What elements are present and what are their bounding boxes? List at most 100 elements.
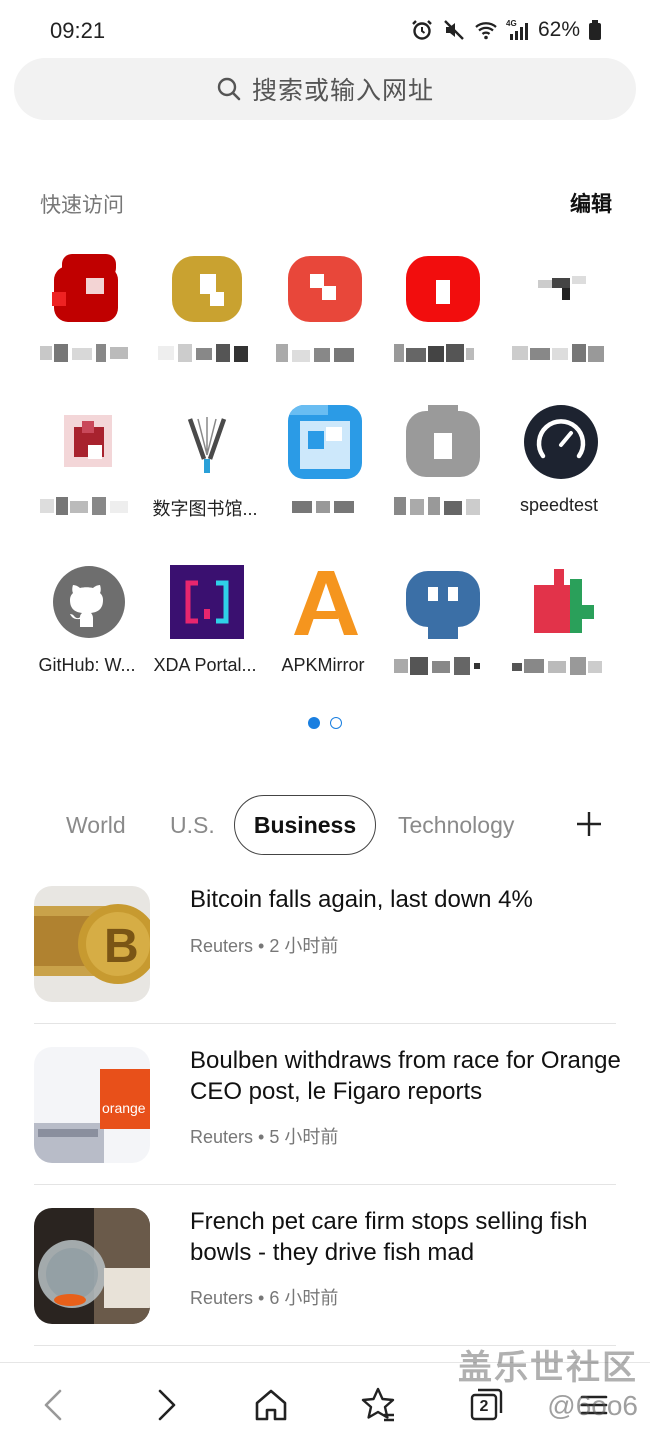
- speedtest-icon: [524, 405, 598, 479]
- news-title[interactable]: French pet care firm stops selling fish …: [190, 1206, 630, 1268]
- news-thumbnail: orange: [34, 1047, 150, 1163]
- quick-access-label: 数字图书馆...: [152, 499, 258, 519]
- xda-icon: [170, 565, 244, 639]
- news-meta: Reuters • 2 小时前: [190, 932, 338, 958]
- separator-dot: •: [258, 1127, 270, 1147]
- news-thumbnail: [34, 1208, 150, 1324]
- mute-icon: [444, 20, 464, 40]
- site-icon: [52, 405, 126, 479]
- svg-text:B: B: [104, 920, 139, 973]
- quick-access-header: 快速访问 编辑: [40, 186, 612, 218]
- blurred-label: [40, 497, 134, 515]
- news-time: 2 小时前: [269, 936, 339, 956]
- tab-business[interactable]: Business: [234, 795, 376, 855]
- blurred-label: [276, 344, 370, 362]
- site-icon: [406, 252, 480, 326]
- site-icon: [406, 565, 480, 639]
- blurred-label: [394, 497, 488, 515]
- site-icon: [406, 405, 480, 479]
- site-icon: [170, 252, 244, 326]
- site-icon: [52, 252, 126, 326]
- quick-access-tile[interactable]: [28, 250, 146, 380]
- quick-access-tile[interactable]: [382, 403, 500, 533]
- news-thumbnail: B: [34, 886, 150, 1002]
- news-item[interactable]: B Bitcoin falls again, last down 4% Reut…: [0, 884, 650, 1044]
- forward-icon[interactable]: [146, 1385, 186, 1425]
- quick-access-label: XDA Portal...: [153, 655, 257, 675]
- back-icon[interactable]: [34, 1385, 74, 1425]
- battery-icon: [589, 20, 601, 40]
- page-dot[interactable]: [330, 717, 342, 729]
- tab-count: 2: [479, 1398, 489, 1415]
- blurred-label: [512, 344, 606, 362]
- news-meta: Reuters • 6 小时前: [190, 1284, 338, 1310]
- quick-access-row: 数字图书馆... speedtest: [28, 403, 622, 533]
- quick-access-row: GitHub: W... XDA Portal... APKMirror: [28, 563, 622, 693]
- divider: [34, 1184, 616, 1185]
- news-source: Reuters: [190, 936, 254, 956]
- blurred-label: [512, 657, 606, 675]
- news-item[interactable]: orange Boulben withdraws from race for O…: [0, 1045, 650, 1205]
- separator-dot: •: [258, 936, 270, 956]
- news-tabs: World U.S. Business Technology: [0, 795, 650, 857]
- wifi-icon: [475, 22, 497, 40]
- tab-technology[interactable]: Technology: [398, 795, 514, 855]
- signal-4g-icon: 4G: [506, 19, 528, 40]
- status-icons: 4G 62%: [410, 16, 602, 44]
- blurred-label: [40, 344, 134, 362]
- github-icon: [52, 565, 126, 639]
- edit-button[interactable]: 编辑: [570, 188, 612, 218]
- battery-percent: 62%: [537, 18, 580, 41]
- quick-access-tile[interactable]: speedtest: [500, 403, 618, 533]
- apkmirror-icon: [288, 565, 362, 639]
- search-bar[interactable]: 搜索或输入网址: [14, 58, 636, 120]
- quick-access-tile[interactable]: [28, 403, 146, 533]
- quick-access-tile[interactable]: [264, 250, 382, 380]
- watermark-handle: @6oo6: [547, 1390, 638, 1421]
- svg-text:orange: orange: [102, 1100, 146, 1116]
- quick-access-tile[interactable]: [500, 250, 618, 380]
- bookmarks-icon[interactable]: [358, 1385, 398, 1425]
- blurred-label: [394, 344, 488, 362]
- news-source: Reuters: [190, 1288, 254, 1308]
- alarm-icon: [412, 20, 432, 40]
- blurred-label: [158, 344, 252, 362]
- quick-access-tile[interactable]: XDA Portal...: [146, 563, 264, 693]
- quick-access-tile[interactable]: [500, 563, 618, 693]
- quick-access-tile[interactable]: 数字图书馆...: [146, 403, 264, 533]
- quick-access-label: speedtest: [519, 495, 599, 515]
- digital-library-icon: [170, 405, 244, 479]
- news-meta: Reuters • 5 小时前: [190, 1123, 338, 1149]
- home-icon[interactable]: [251, 1385, 291, 1425]
- quick-access-tile[interactable]: GitHub: W...: [28, 563, 146, 693]
- page-dot-active[interactable]: [308, 717, 320, 729]
- quick-access-tile[interactable]: [264, 403, 382, 533]
- tabs-button[interactable]: 2: [466, 1385, 506, 1425]
- blurred-label: [276, 497, 370, 515]
- site-icon: [524, 252, 598, 326]
- site-icon: [524, 565, 598, 639]
- news-source: Reuters: [190, 1127, 254, 1147]
- quick-access-tile[interactable]: [382, 563, 500, 693]
- site-icon: [288, 252, 362, 326]
- separator-dot: •: [258, 1288, 270, 1308]
- svg-text:4G: 4G: [506, 19, 517, 28]
- search-placeholder: 搜索或输入网址: [251, 77, 434, 105]
- quick-access-title: 快速访问: [40, 194, 124, 217]
- news-title[interactable]: Boulben withdraws from race for Orange C…: [190, 1045, 630, 1107]
- news-title[interactable]: Bitcoin falls again, last down 4%: [190, 884, 630, 915]
- news-time: 5 小时前: [269, 1127, 339, 1147]
- tab-world[interactable]: World: [66, 795, 126, 855]
- news-time: 6 小时前: [269, 1288, 339, 1308]
- quick-access-tile[interactable]: [382, 250, 500, 380]
- status-bar: 09:21 4G 62%: [0, 0, 650, 58]
- add-tab-icon[interactable]: [574, 809, 604, 839]
- status-time: 09:21: [50, 18, 106, 43]
- site-icon: [288, 405, 362, 479]
- divider: [34, 1023, 616, 1024]
- blurred-label: [394, 657, 488, 675]
- quick-access-label: GitHub: W...: [38, 655, 136, 675]
- quick-access-tile[interactable]: [146, 250, 264, 380]
- tab-us[interactable]: U.S.: [170, 795, 215, 855]
- quick-access-tile[interactable]: APKMirror: [264, 563, 382, 693]
